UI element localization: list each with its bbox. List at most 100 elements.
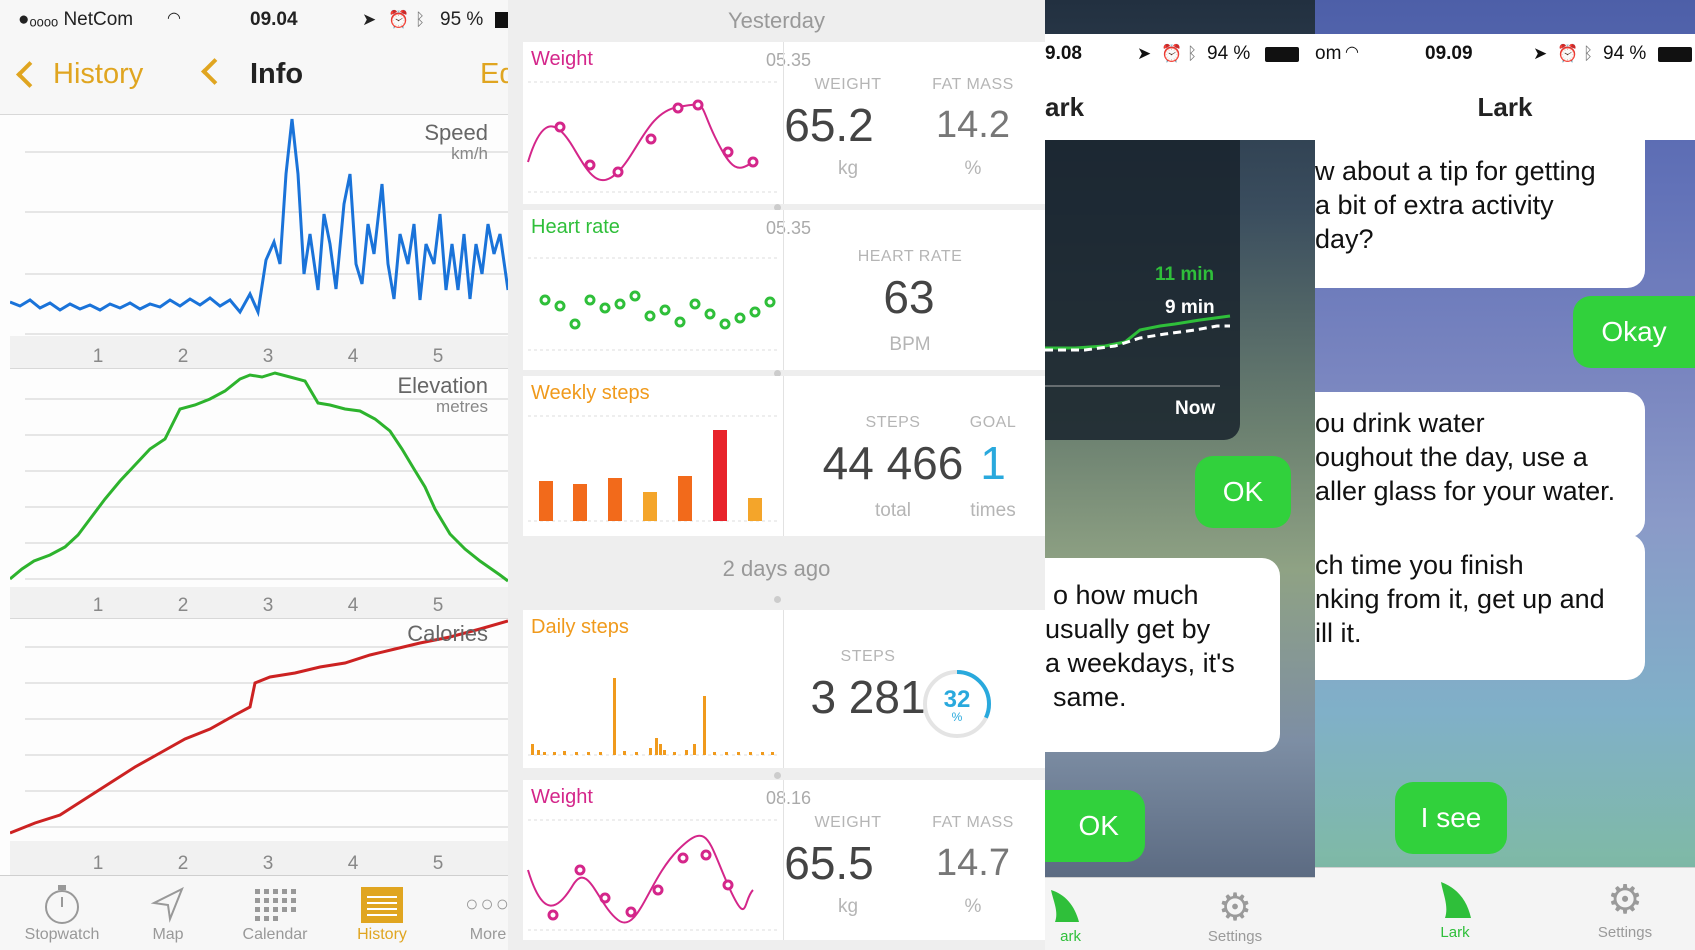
map-arrow-icon bbox=[118, 882, 218, 926]
x-tick: 3 bbox=[263, 853, 274, 874]
page-title: Info bbox=[250, 58, 304, 90]
lark-chat-screen: om ◠ 09.09 ➤ ⏰ ᛒ 94 % Lark w about a tip… bbox=[1315, 0, 1695, 950]
gear-icon: ⚙ bbox=[1217, 886, 1253, 929]
weekly-steps-card[interactable]: Weekly steps STEPS 44 466 total GOAL 1 t… bbox=[523, 376, 1045, 536]
tab-settings[interactable]: ⚙ Settings bbox=[1565, 876, 1685, 941]
x-tick: 2 bbox=[178, 346, 189, 367]
card-divider bbox=[783, 376, 784, 536]
alarm-icon: ⏰ bbox=[1161, 44, 1183, 63]
weekly-steps-bars bbox=[528, 415, 778, 522]
page-title: ark bbox=[1045, 92, 1085, 122]
tab-label: ark bbox=[1060, 928, 1081, 945]
wifi-icon: ◠ bbox=[1345, 44, 1359, 61]
x-tick: 3 bbox=[263, 595, 274, 616]
tab-bar: Stopwatch Map Calendar History ○○○ More bbox=[0, 875, 508, 950]
x-tick: 1 bbox=[93, 853, 104, 874]
bluetooth-icon: ᛒ bbox=[1583, 44, 1594, 63]
goal-progress-ring: 32 % bbox=[919, 666, 995, 742]
wifi-icon: ◠ bbox=[167, 10, 181, 27]
section-header-two-days-ago: 2 days ago bbox=[722, 556, 831, 581]
battery-label: 95 % bbox=[440, 9, 484, 30]
back-label: History bbox=[53, 58, 144, 90]
message-line: aller glass for your water. bbox=[1315, 476, 1616, 506]
tab-history[interactable]: History bbox=[332, 882, 432, 944]
reply-bubble-ok[interactable]: OK bbox=[1195, 456, 1291, 528]
tab-lark[interactable]: Lark bbox=[1395, 876, 1515, 941]
tab-settings[interactable]: ⚙ Settings bbox=[1175, 886, 1295, 946]
elevation-chart: 1 2 3 4 5 Elevation metres bbox=[9, 368, 508, 619]
tab-more[interactable]: ○○○ More bbox=[438, 882, 508, 944]
message-line: ch time you finish bbox=[1315, 550, 1524, 580]
status-bar: 9.08 ➤ ⏰ ᛒ 94 % bbox=[1045, 34, 1315, 74]
tab-label: Settings bbox=[1207, 928, 1263, 945]
coach-message-bubble: ou drink water oughout the day, use a al… bbox=[1315, 392, 1645, 538]
lark-bird-icon bbox=[1395, 876, 1515, 924]
heart-rate-card[interactable]: Heart rate 05.35 HEART RATE 63 BPM bbox=[523, 210, 1045, 370]
daily-steps-card[interactable]: Daily steps STEPS 3 281 32 % bbox=[523, 610, 1045, 768]
x-tick: 4 bbox=[348, 346, 359, 367]
stat-unit: % bbox=[964, 158, 982, 179]
coach-message-bubble: w about a tip for getting a bit of extra… bbox=[1315, 140, 1645, 288]
reply-bubble-okay[interactable]: Okay bbox=[1573, 296, 1695, 368]
card-title: Weight bbox=[531, 786, 593, 808]
tab-lark[interactable]: ark bbox=[1045, 886, 1105, 945]
tab-label: Stopwatch bbox=[24, 926, 100, 943]
stat-unit: total bbox=[875, 500, 911, 521]
nav-bar: Lark bbox=[1315, 74, 1695, 140]
weight-card[interactable]: Weight 05.35 WEIGHT 65.2 kg FAT MASS 14.… bbox=[523, 42, 1045, 204]
tab-stopwatch[interactable]: Stopwatch bbox=[12, 882, 112, 944]
heart-rate-value: 63 bbox=[883, 271, 935, 323]
tab-bar: ark ⚙ Settings bbox=[1045, 877, 1315, 950]
tab-label: Map bbox=[152, 926, 184, 943]
daily-steps-bars bbox=[528, 678, 778, 756]
card-time: 05.35 bbox=[766, 218, 812, 238]
weight-card[interactable]: Weight 08.16 WEIGHT 65.5 kg FAT MASS 14.… bbox=[523, 780, 1045, 940]
stat-label: STEPS bbox=[865, 414, 921, 431]
heart-rate-sparkline bbox=[528, 257, 778, 351]
edit-button[interactable]: Ed bbox=[480, 58, 508, 91]
stopwatch-icon bbox=[12, 882, 112, 926]
stat-label: WEIGHT bbox=[814, 814, 882, 831]
previous-chevron-icon[interactable] bbox=[201, 58, 228, 85]
back-button[interactable]: History bbox=[16, 58, 144, 91]
graph-label-actual: 11 min bbox=[1155, 264, 1215, 285]
x-tick: 5 bbox=[433, 346, 444, 367]
calendar-grid-icon bbox=[225, 882, 325, 926]
card-title: Daily steps bbox=[531, 616, 629, 638]
location-icon: ➤ bbox=[1137, 44, 1152, 63]
run-info-screen: ●ₒₒₒₒ NetCom ◠ 09.04 ➤ ⏰ ᛒ 95 % History … bbox=[0, 0, 508, 950]
activity-graph bbox=[1045, 314, 1231, 387]
stat-unit: times bbox=[970, 500, 1016, 521]
battery-label: 94 % bbox=[1207, 43, 1251, 64]
tab-bar: Lark ⚙ Settings bbox=[1315, 867, 1695, 950]
carrier-label: ●ₒₒₒₒ NetCom bbox=[18, 9, 134, 30]
nav-bar: History Info Ed bbox=[0, 40, 508, 115]
coach-message-bubble: ch time you finish nking from it, get up… bbox=[1315, 534, 1645, 680]
chevron-left-icon bbox=[16, 61, 43, 88]
status-bar: om ◠ 09.09 ➤ ⏰ ᛒ 94 % bbox=[1315, 34, 1695, 74]
card-time: 05.35 bbox=[766, 50, 812, 70]
elevation-chart-plot: 1 2 3 4 5 bbox=[9, 371, 508, 619]
timeline-dot bbox=[774, 596, 781, 603]
chart-unit: km/h bbox=[451, 144, 488, 163]
stat-label: FAT MASS bbox=[932, 814, 1014, 831]
activity-graph-card: 11 min 9 min Now bbox=[1045, 140, 1240, 440]
weight-value: 65.5 bbox=[784, 837, 874, 889]
card-title: Heart rate bbox=[531, 216, 620, 238]
x-tick: 3 bbox=[263, 346, 274, 367]
reply-bubble-i-see[interactable]: I see bbox=[1395, 782, 1507, 854]
section-header-yesterday: Yesterday bbox=[727, 8, 826, 33]
tab-calendar[interactable]: Calendar bbox=[225, 882, 325, 944]
clock-label: 9.08 bbox=[1045, 43, 1082, 64]
stat-unit: BPM bbox=[889, 334, 931, 355]
tab-label: Calendar bbox=[242, 926, 308, 943]
bluetooth-icon: ᛒ bbox=[1187, 44, 1198, 63]
stat-unit: % bbox=[964, 896, 982, 917]
card-title: Weight bbox=[531, 48, 593, 70]
reply-bubble-ok[interactable]: OK bbox=[1045, 790, 1145, 862]
alarm-icon: ⏰ bbox=[1557, 44, 1579, 63]
goal-value: 1 bbox=[980, 437, 1006, 489]
lark-chat-screen-partial: 9.08 ➤ ⏰ ᛒ 94 % ark 11 min 9 min Now OK … bbox=[1045, 0, 1315, 950]
tab-map[interactable]: Map bbox=[118, 882, 218, 944]
stat-label: HEART RATE bbox=[857, 248, 963, 265]
